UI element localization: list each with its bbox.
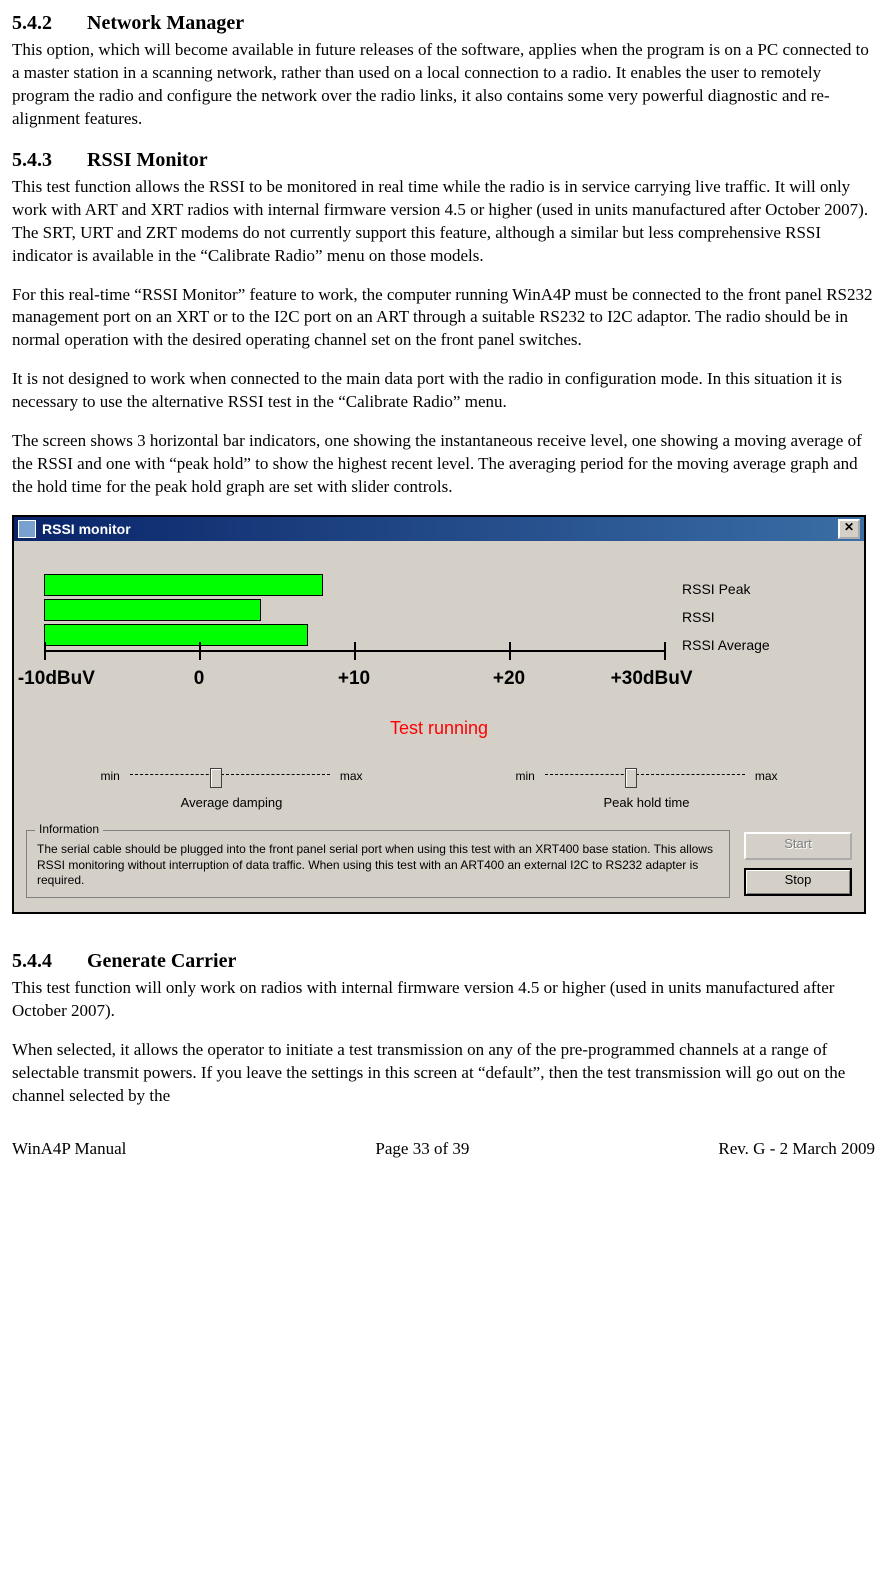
slider-max-label: max — [755, 768, 778, 784]
information-groupbox: Information The serial cable should be p… — [26, 830, 730, 898]
footer-right: Rev. G - 2 March 2009 — [718, 1138, 875, 1161]
dialog-title: RSSI monitor — [42, 520, 131, 539]
section-p: For this real-time “RSSI Monitor” featur… — [12, 284, 875, 353]
average-damping-slider[interactable] — [130, 774, 330, 778]
slider-caption: Average damping — [44, 794, 419, 812]
status-text: Test running — [14, 702, 864, 768]
legend-avg: RSSI Average — [682, 631, 840, 659]
stop-button[interactable]: Stop — [744, 868, 852, 896]
section-heading-542: 5.4.2 Network Manager — [12, 10, 875, 37]
section-heading-544: 5.4.4 Generate Carrier — [12, 948, 875, 975]
section-title: Network Manager — [87, 12, 244, 34]
section-number: 5.4.3 — [12, 147, 82, 174]
section-heading-543: 5.4.3 RSSI Monitor — [12, 147, 875, 174]
peak-hold-time-slider[interactable] — [545, 774, 745, 778]
footer-center: Page 33 of 39 — [375, 1138, 469, 1161]
section-title: RSSI Monitor — [87, 149, 208, 171]
slider-max-label: max — [340, 768, 363, 784]
section-p: This test function allows the RSSI to be… — [12, 176, 875, 268]
section-body-542: This option, which will become available… — [12, 39, 875, 131]
section-p: The screen shows 3 horizontal bar indica… — [12, 430, 875, 499]
rssi-monitor-dialog: RSSI monitor ✕ -10dBuV 0 +10 — [12, 515, 866, 914]
section-p: This test function will only work on rad… — [12, 977, 875, 1023]
tick-label: 0 — [194, 666, 205, 692]
legend-peak: RSSI Peak — [682, 575, 840, 603]
app-icon — [18, 520, 36, 538]
slider-min-label: min — [100, 768, 119, 784]
tick-label: +20 — [493, 666, 525, 692]
dialog-titlebar[interactable]: RSSI monitor ✕ — [14, 517, 864, 541]
tick-label: -10dBuV — [18, 666, 95, 692]
groupbox-legend: Information — [35, 822, 103, 838]
close-button[interactable]: ✕ — [838, 519, 860, 539]
start-button[interactable]: Start — [744, 832, 852, 860]
slider-min-label: min — [515, 768, 534, 784]
bar-rssi-peak — [44, 574, 664, 596]
x-axis: -10dBuV 0 +10 +20 +30dBuV — [44, 650, 664, 692]
tick-label: +10 — [338, 666, 370, 692]
page-footer: WinA4P Manual Page 33 of 39 Rev. G - 2 M… — [12, 1110, 875, 1161]
section-p: When selected, it allows the operator to… — [12, 1039, 875, 1108]
footer-left: WinA4P Manual — [12, 1138, 126, 1161]
slider-caption: Peak hold time — [459, 794, 834, 812]
tick-label: +30dBuV — [611, 666, 693, 692]
section-number: 5.4.4 — [12, 948, 82, 975]
information-text: The serial cable should be plugged into … — [37, 842, 713, 887]
legend-rssi: RSSI — [682, 603, 840, 631]
section-title: Generate Carrier — [87, 950, 236, 972]
section-p: It is not designed to work when connecte… — [12, 368, 875, 414]
section-number: 5.4.2 — [12, 10, 82, 37]
bar-rssi — [44, 599, 664, 621]
